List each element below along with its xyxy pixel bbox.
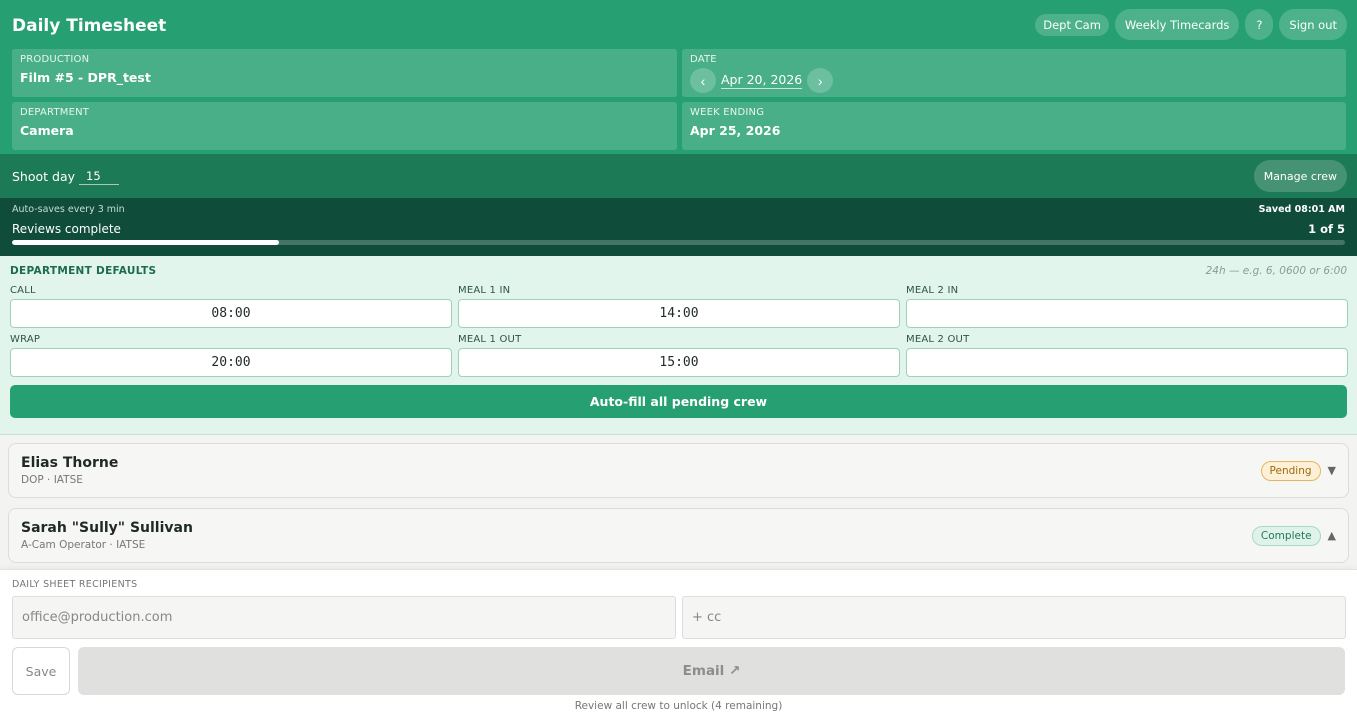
chevron-up-icon[interactable]: ▲: [1328, 529, 1336, 542]
header: Daily Timesheet Dept Cam Weekly Timecard…: [0, 0, 1357, 154]
footer-panel: DAILY SHEET RECIPIENTS Save Email ↗ Revi…: [0, 569, 1357, 722]
production-label: PRODUCTION: [20, 54, 90, 65]
progress-track: [12, 240, 1345, 245]
autosave-row: Auto-saves every 3 min Saved 08:01 AM: [12, 201, 1345, 218]
shoot-day-label: Shoot day: [12, 168, 76, 184]
call-field: CALL: [10, 285, 452, 328]
crew-status-group: Pending ▼: [1260, 460, 1336, 481]
defaults-header: DEPARTMENT DEFAULTS 24h — e.g. 6, 0600 o…: [10, 265, 1347, 277]
shoot-day-group: Shoot day: [12, 167, 120, 185]
crew-name: Elias Thorne: [21, 455, 119, 471]
wrap-label: WRAP: [10, 334, 41, 345]
defaults-title: DEPARTMENT DEFAULTS: [10, 265, 157, 277]
cc-email-input[interactable]: [682, 596, 1346, 639]
status-badge: Pending: [1260, 460, 1321, 481]
meal2-in-label: MEAL 2 IN: [906, 285, 959, 296]
defaults-grid: CALL MEAL 1 IN MEAL 2 IN WRAP MEAL 1 OUT…: [10, 285, 1348, 377]
next-date-button[interactable]: ›: [807, 68, 834, 93]
shoot-day-input[interactable]: [79, 167, 120, 185]
reviews-label: Reviews complete: [12, 222, 121, 236]
sign-out-button[interactable]: Sign out: [1279, 9, 1347, 40]
department-value: Camera: [20, 123, 74, 138]
meal1-out-input[interactable]: [458, 348, 900, 377]
chevron-down-icon[interactable]: ▼: [1328, 464, 1336, 477]
meal1-in-field: MEAL 1 IN: [458, 285, 900, 328]
unlock-hint: Review all crew to unlock (4 remaining): [574, 700, 783, 712]
wrap-field: WRAP: [10, 334, 452, 377]
info-grid: PRODUCTION Film #5 - DPR_test DATE ‹ Apr…: [12, 49, 1346, 150]
meal1-in-input[interactable]: [458, 299, 900, 328]
date-value[interactable]: Apr 20, 2026: [721, 72, 803, 89]
shoot-day-bar: Shoot day Manage crew: [0, 154, 1357, 198]
time-format-hint: 24h — e.g. 6, 0600 or 6:00: [1205, 265, 1347, 277]
autofill-pending-crew-button[interactable]: Auto-fill all pending crew: [10, 385, 1347, 418]
action-row: Save Email ↗: [12, 647, 1345, 695]
department-label: DEPARTMENT: [20, 107, 90, 118]
autosave-text: Auto-saves every 3 min: [12, 204, 125, 215]
prev-date-button[interactable]: ‹: [690, 68, 716, 93]
page-title: Daily Timesheet: [12, 15, 167, 36]
header-actions: Dept Cam Weekly Timecards ? Sign out: [1035, 9, 1347, 40]
meal1-out-label: MEAL 1 OUT: [458, 334, 522, 345]
help-button[interactable]: ?: [1245, 9, 1274, 40]
progress-section: Auto-saves every 3 min Saved 08:01 AM Re…: [0, 198, 1357, 256]
header-top: Daily Timesheet Dept Cam Weekly Timecard…: [12, 0, 1347, 49]
progress-fill: [12, 240, 279, 245]
meal1-out-field: MEAL 1 OUT: [458, 334, 900, 377]
meal1-in-label: MEAL 1 IN: [458, 285, 511, 296]
department-card: DEPARTMENT Camera: [12, 102, 677, 150]
crew-info: Sarah "Sully" Sullivan A-Cam Operator · …: [21, 520, 193, 551]
wrap-input[interactable]: [10, 348, 452, 377]
recipient-email-input[interactable]: [12, 596, 676, 639]
meal2-in-field: MEAL 2 IN: [906, 285, 1348, 328]
status-badge: Complete: [1251, 525, 1321, 546]
recipients-label: DAILY SHEET RECIPIENTS: [12, 579, 138, 590]
crew-card[interactable]: Sarah "Sully" Sullivan A-Cam Operator · …: [8, 508, 1349, 563]
department-defaults: DEPARTMENT DEFAULTS 24h — e.g. 6, 0600 o…: [0, 256, 1357, 435]
date-picker: ‹ Apr 20, 2026 ›: [690, 68, 1338, 93]
weekly-timecards-button[interactable]: Weekly Timecards: [1114, 9, 1240, 40]
crew-name: Sarah "Sully" Sullivan: [21, 520, 193, 536]
date-card: DATE ‹ Apr 20, 2026 ›: [682, 49, 1346, 97]
crew-card[interactable]: Elias Thorne DOP · IATSE Pending ▼: [8, 443, 1349, 498]
crew-role: A-Cam Operator · IATSE: [21, 539, 146, 551]
save-button[interactable]: Save: [12, 647, 70, 695]
manage-crew-button[interactable]: Manage crew: [1253, 160, 1347, 192]
meal2-out-input[interactable]: [906, 348, 1348, 377]
meal2-out-label: MEAL 2 OUT: [906, 334, 970, 345]
saved-status: Saved 08:01 AM: [1258, 204, 1345, 215]
production-value: Film #5 - DPR_test: [20, 70, 151, 85]
email-button[interactable]: Email ↗: [78, 647, 1345, 695]
date-label: DATE: [690, 54, 717, 65]
meal2-in-input[interactable]: [906, 299, 1348, 328]
week-ending-card: WEEK ENDING Apr 25, 2026: [682, 102, 1346, 150]
production-card: PRODUCTION Film #5 - DPR_test: [12, 49, 677, 97]
week-ending-label: WEEK ENDING: [690, 107, 765, 118]
reviews-count: 1 of 5: [1308, 222, 1345, 236]
crew-list: Elias Thorne DOP · IATSE Pending ▼ Sarah…: [0, 435, 1357, 570]
dept-chip[interactable]: Dept Cam: [1035, 13, 1109, 36]
week-ending-value: Apr 25, 2026: [690, 123, 781, 138]
reviews-row: Reviews complete 1 of 5: [12, 222, 1345, 236]
call-label: CALL: [10, 285, 36, 296]
call-input[interactable]: [10, 299, 452, 328]
crew-status-group: Complete ▲: [1251, 525, 1336, 546]
recipients-row: [12, 596, 1346, 639]
crew-role: DOP · IATSE: [21, 474, 83, 486]
meal2-out-field: MEAL 2 OUT: [906, 334, 1348, 377]
crew-info: Elias Thorne DOP · IATSE: [21, 455, 118, 486]
